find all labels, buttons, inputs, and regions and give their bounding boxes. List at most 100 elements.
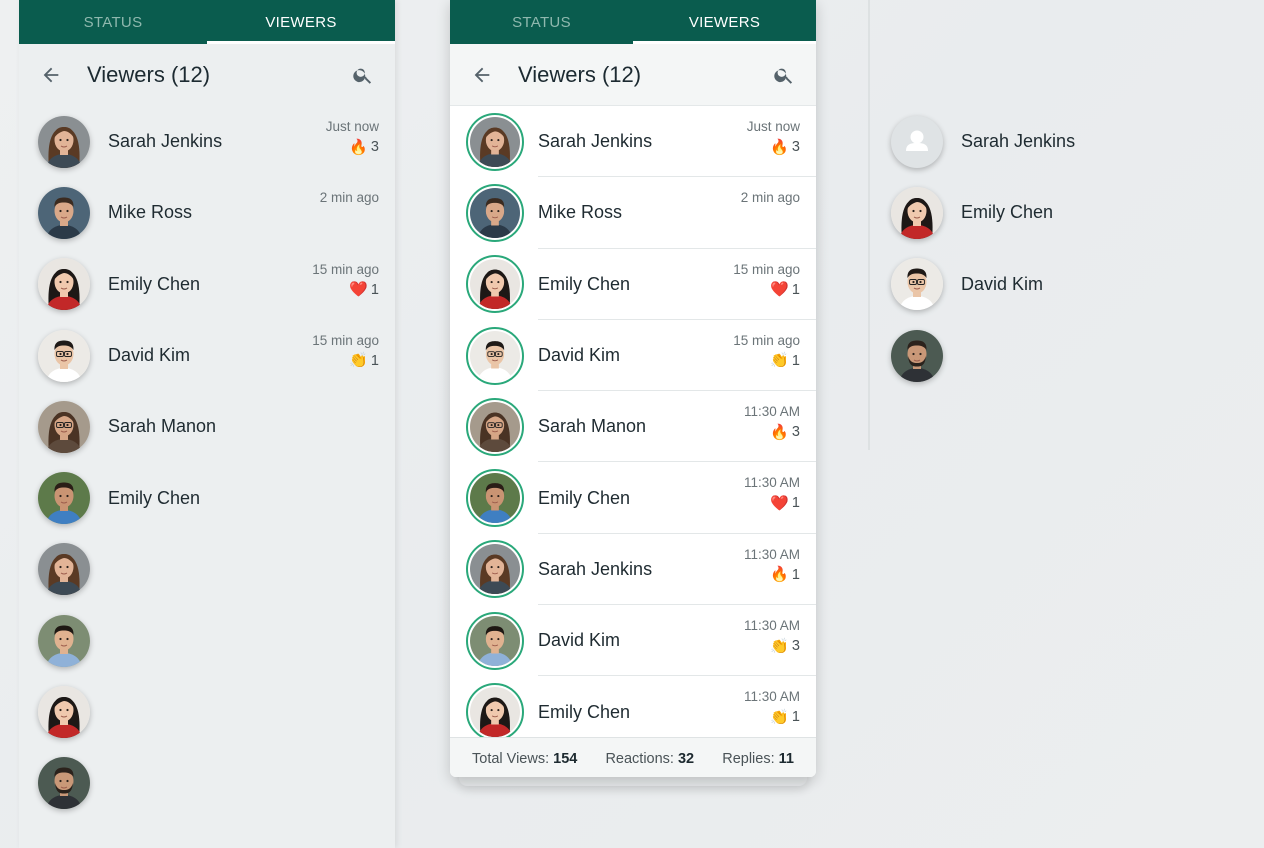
view-meta: 15 min ago 👏 1 — [312, 333, 379, 369]
avatar — [466, 255, 524, 314]
portrait-icon — [470, 116, 520, 167]
reaction-count: 3 — [791, 638, 800, 655]
viewer-row[interactable]: Emily Chen 11:30 AM 👏 1 — [450, 676, 816, 737]
viewer-row[interactable] — [19, 534, 395, 605]
viewer-name: Sarah Jenkins — [538, 558, 653, 579]
reaction-summary: 👏 3 — [744, 638, 800, 654]
search-icon — [774, 68, 793, 84]
page-title: Viewers (12) — [518, 61, 642, 87]
reaction-summary: 🔥 3 — [744, 424, 800, 440]
reaction-summary: 🔥 1 — [744, 567, 800, 583]
reaction-count: 1 — [791, 566, 800, 583]
viewer-row[interactable] — [19, 748, 395, 819]
view-meta: 15 min ago 👏 1 — [733, 333, 800, 369]
view-meta: 11:30 AM 👏 1 — [744, 689, 800, 725]
view-meta: Just now 🔥 3 — [747, 119, 800, 155]
tab-viewers[interactable]: VIEWERS — [633, 0, 816, 44]
viewers-panel-center: STATUS VIEWERS Viewers (12) Sarah Jenkin… — [450, 0, 816, 777]
tab-status[interactable]: STATUS — [450, 0, 633, 44]
replies-label: Replies: — [722, 750, 775, 767]
portrait-icon — [38, 757, 90, 810]
portrait-icon — [38, 258, 90, 311]
viewer-row[interactable]: David Kim 15 min ago 👏 1 — [450, 320, 816, 392]
viewer-name: David Kim — [538, 345, 621, 366]
view-meta: 15 min ago ❤️ 1 — [312, 262, 379, 298]
view-time: 11:30 AM — [743, 546, 800, 562]
portrait-icon — [470, 330, 520, 381]
total-views-label: Total Views: — [472, 750, 550, 767]
heart-emoji-icon: ❤️ — [349, 281, 368, 299]
viewer-row[interactable] — [870, 320, 1264, 391]
viewer-row[interactable]: David Kim — [870, 249, 1264, 320]
reactions-label: Reactions: — [605, 750, 674, 767]
tab-bar: STATUS VIEWERS — [450, 0, 816, 44]
viewer-name: Sarah Jenkins — [961, 131, 1076, 152]
viewer-name: David Kim — [538, 630, 621, 651]
tab-viewers[interactable]: VIEWERS — [207, 0, 395, 44]
portrait-icon — [470, 401, 520, 452]
search-button[interactable] — [770, 61, 798, 89]
view-time: 11:30 AM — [743, 618, 800, 634]
fire-emoji-icon: 🔥 — [770, 566, 789, 584]
viewer-row[interactable] — [19, 605, 395, 676]
viewer-row[interactable]: Sarah Jenkins 11:30 AM 🔥 1 — [450, 534, 816, 606]
fire-emoji-icon: 🔥 — [770, 423, 789, 441]
viewer-row[interactable]: Sarah Jenkins — [870, 106, 1264, 177]
avatar — [891, 329, 943, 382]
portrait-icon — [38, 400, 90, 453]
viewer-row[interactable]: David Kim 15 min ago 👏 1 — [19, 320, 395, 391]
viewer-row[interactable]: Mike Ross 2 min ago — [19, 177, 395, 248]
view-meta: 2 min ago — [320, 190, 379, 205]
viewer-row[interactable]: Sarah Jenkins Just now 🔥 3 — [450, 106, 816, 178]
portrait-icon — [470, 259, 520, 310]
view-time: 11:30 AM — [743, 404, 800, 420]
portrait-icon — [891, 329, 943, 382]
viewer-row[interactable]: David Kim 11:30 AM 👏 3 — [450, 605, 816, 677]
view-time: 15 min ago — [733, 261, 800, 277]
tab-status[interactable]: STATUS — [19, 0, 207, 44]
viewer-row[interactable]: Emily Chen 11:30 AM ❤️ 1 — [450, 462, 816, 534]
portrait-icon — [891, 186, 943, 239]
viewers-header: Viewers (12) — [19, 44, 395, 106]
view-time: 2 min ago — [319, 190, 379, 206]
back-button[interactable] — [37, 61, 65, 89]
viewer-row[interactable]: Emily Chen 15 min ago ❤️ 1 — [450, 249, 816, 320]
reaction-summary: 🔥 3 — [747, 139, 800, 155]
viewer-name: Emily Chen — [108, 273, 201, 294]
viewer-row[interactable]: Emily Chen — [870, 177, 1264, 248]
avatar — [38, 614, 90, 667]
portrait-icon — [38, 472, 90, 525]
avatar — [38, 757, 90, 810]
reaction-summary: ❤️ 1 — [312, 282, 379, 298]
viewer-row[interactable]: Emily Chen 15 min ago ❤️ 1 — [19, 249, 395, 320]
avatar — [466, 183, 524, 242]
viewer-row[interactable]: Sarah Manon — [19, 391, 395, 462]
avatar — [38, 115, 90, 168]
avatar — [38, 400, 90, 453]
search-button[interactable] — [349, 61, 377, 89]
back-button[interactable] — [468, 61, 496, 89]
viewer-row[interactable] — [19, 676, 395, 747]
avatar — [38, 186, 90, 239]
avatar — [38, 543, 90, 596]
viewer-row[interactable]: Sarah Manon 11:30 AM 🔥 3 — [450, 391, 816, 463]
viewer-name: Emily Chen — [538, 273, 631, 294]
viewer-row[interactable]: Sarah Jenkins Just now 🔥 3 — [19, 106, 395, 177]
reaction-count: 3 — [791, 424, 800, 441]
avatar — [891, 258, 943, 311]
viewer-row[interactable]: Emily Chen — [19, 462, 395, 533]
viewer-name: Mike Ross — [108, 202, 193, 223]
reaction-count: 1 — [791, 281, 800, 298]
reaction-count: 3 — [370, 139, 379, 155]
clap-emoji-icon: 👏 — [770, 352, 789, 370]
portrait-icon — [891, 258, 943, 311]
viewer-row[interactable]: Mike Ross 2 min ago — [450, 177, 816, 249]
viewer-name: Emily Chen — [538, 487, 631, 508]
viewer-name: Sarah Jenkins — [108, 131, 223, 152]
view-time: 15 min ago — [733, 332, 800, 348]
portrait-icon — [470, 687, 520, 737]
reaction-summary: 👏 1 — [312, 353, 379, 369]
viewer-name: Sarah Jenkins — [538, 131, 653, 152]
view-time: Just now — [746, 119, 800, 134]
viewers-panel-left: STATUS VIEWERS Viewers (12) Sarah Jenkin… — [19, 0, 395, 848]
